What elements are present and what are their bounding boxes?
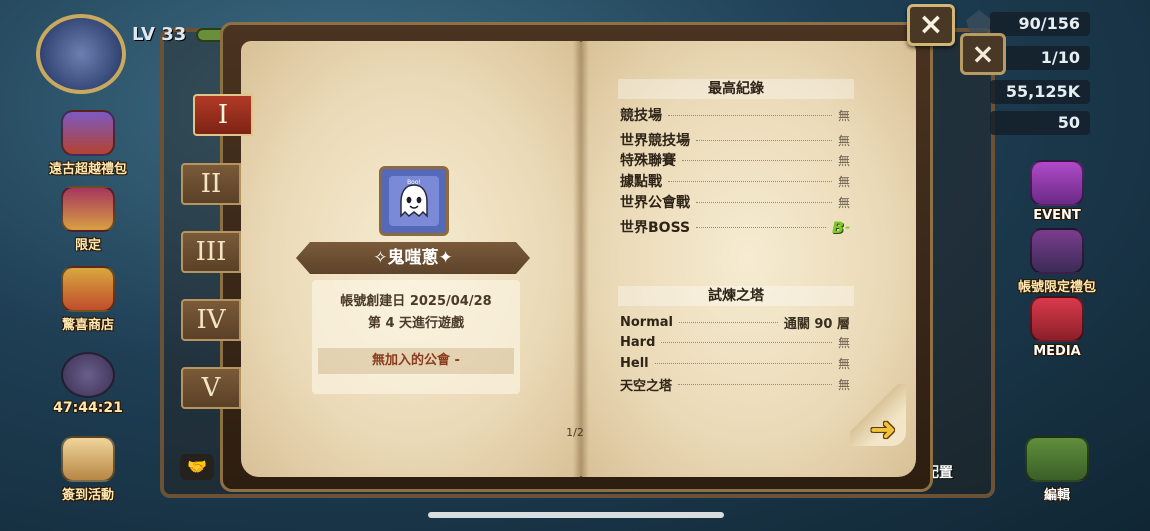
record-label: 世界競技場 (620, 133, 690, 149)
edit-button[interactable]: 編輯 (1014, 436, 1100, 503)
close-button[interactable]: × (907, 4, 955, 46)
grade-suffix: - (845, 220, 850, 234)
side-label: 驚喜商店 (61, 318, 114, 333)
record-label: 特殊聯賽 (620, 153, 676, 169)
scroll-icon (61, 436, 115, 482)
back-close-button[interactable]: × (960, 33, 1006, 75)
home-indicator (428, 512, 724, 518)
side-label: 簽到活動 (61, 488, 114, 503)
media-button[interactable]: MEDIA (1014, 296, 1100, 359)
ghost-boo-text: Boo! (407, 179, 421, 186)
side-label: 遠古超越禮包 (48, 162, 127, 177)
next-page-arrow-icon[interactable]: ➜ (866, 413, 900, 446)
dotted-leader (654, 362, 832, 364)
handshake-icon[interactable]: 🤝 (180, 454, 214, 480)
checkin-event-button[interactable]: 簽到活動 (45, 436, 131, 503)
tab-chapter-3[interactable]: III (181, 231, 241, 273)
xp-icon (61, 352, 115, 398)
side-label: 編輯 (1043, 488, 1070, 503)
record-value: 無 (837, 195, 850, 210)
record-label: 世界BOSS (620, 220, 691, 236)
xp-timer: 47:44:21 (53, 400, 123, 416)
dotted-leader (661, 341, 832, 343)
record-row: 世界競技場 無 (620, 131, 850, 149)
tv-icon (1030, 296, 1084, 342)
player-name: ✧鬼嗤蔥✦ (296, 242, 530, 274)
tab-chapter-1[interactable]: I (193, 94, 253, 136)
ancient-pack-button[interactable]: 遠古超越禮包 (45, 110, 131, 177)
records-title: 最高紀錄 (618, 79, 854, 99)
record-label: 競技場 (620, 108, 662, 124)
resource-stamina: 90/156 (990, 12, 1090, 36)
record-value: 無 (837, 174, 850, 189)
book-spine (573, 41, 589, 477)
dotted-leader (696, 139, 832, 141)
record-row: 據點戰 無 (620, 172, 850, 190)
side-label: 限定 (74, 238, 101, 253)
tower-row: 天空之塔 無 (620, 375, 850, 394)
account-pack-button[interactable]: 帳號限定禮包 (1014, 228, 1100, 295)
side-label: MEDIA (1033, 344, 1081, 359)
surprise-shop-button[interactable]: 驚喜商店 (45, 266, 131, 333)
dotted-leader (682, 159, 832, 161)
account-created-date: 帳號創建日 2025/04/28 (340, 294, 492, 309)
page-indicator: 1/2 (566, 426, 584, 439)
tower-label: 天空之塔 (620, 378, 673, 394)
island-icon (1025, 436, 1089, 482)
tab-chapter-2[interactable]: II (181, 163, 241, 205)
tower-row: Normal 通關 90 層 (620, 313, 850, 332)
record-value: 無 (837, 153, 850, 168)
record-row: 競技場 無 (620, 106, 850, 124)
ghost-icon: Boo! (389, 176, 439, 226)
dotted-leader (696, 226, 826, 228)
dotted-leader (668, 114, 832, 116)
tower-row: Hard 無 (620, 333, 850, 351)
tower-title: 試煉之塔 (618, 286, 854, 306)
limited-icon (61, 186, 115, 232)
record-row: 世界BOSS B- (620, 217, 850, 237)
tab-chapter-5[interactable]: V (181, 367, 241, 409)
tower-value: 通關 90 層 (783, 316, 850, 332)
record-row: 世界公會戰 無 (620, 193, 850, 211)
account-pack-icon (1030, 228, 1084, 274)
record-row: 特殊聯賽 無 (620, 151, 850, 169)
guild-status[interactable]: 無加入的公會 - (318, 348, 514, 374)
xp-boost-button[interactable]: 47:44:21 (45, 352, 131, 416)
dotted-leader (668, 180, 832, 182)
tab-chapter-4[interactable]: IV (181, 299, 241, 341)
grade-badge: B (831, 217, 845, 237)
player-avatar[interactable] (36, 14, 126, 94)
dotted-leader (679, 321, 778, 323)
tower-value: 無 (837, 377, 850, 392)
resource-gems: 50 (990, 111, 1090, 135)
resource-gold: 55,125K (990, 80, 1090, 104)
tower-value: 無 (837, 335, 850, 350)
record-value: 無 (837, 108, 850, 123)
days-played: 第 4 天進行遊戲 (367, 316, 465, 331)
tower-row: Hell 無 (620, 354, 850, 372)
record-label: 世界公會戰 (620, 195, 690, 211)
record-value: 無 (837, 133, 850, 148)
dotted-leader (696, 201, 832, 203)
dotted-leader (678, 383, 832, 385)
side-label: 帳號限定禮包 (1017, 280, 1096, 295)
tower-label: Hard (620, 334, 656, 350)
limited-button[interactable]: 限定 (45, 186, 131, 253)
player-level: LV 33 (132, 24, 187, 45)
event-button[interactable]: EVENT (1014, 160, 1100, 223)
profile-avatar[interactable]: Boo! (379, 166, 449, 236)
record-label: 據點戰 (620, 174, 662, 190)
account-info: 帳號創建日 2025/04/28 第 4 天進行遊戲 無加入的公會 - (312, 280, 520, 394)
tower-value: 無 (837, 356, 850, 371)
tower-label: Normal (620, 314, 673, 330)
gift-pack-icon (61, 110, 115, 156)
shop-icon (61, 266, 115, 312)
event-gift-icon (1030, 160, 1084, 206)
side-label: EVENT (1033, 208, 1081, 223)
tower-label: Hell (620, 355, 649, 371)
